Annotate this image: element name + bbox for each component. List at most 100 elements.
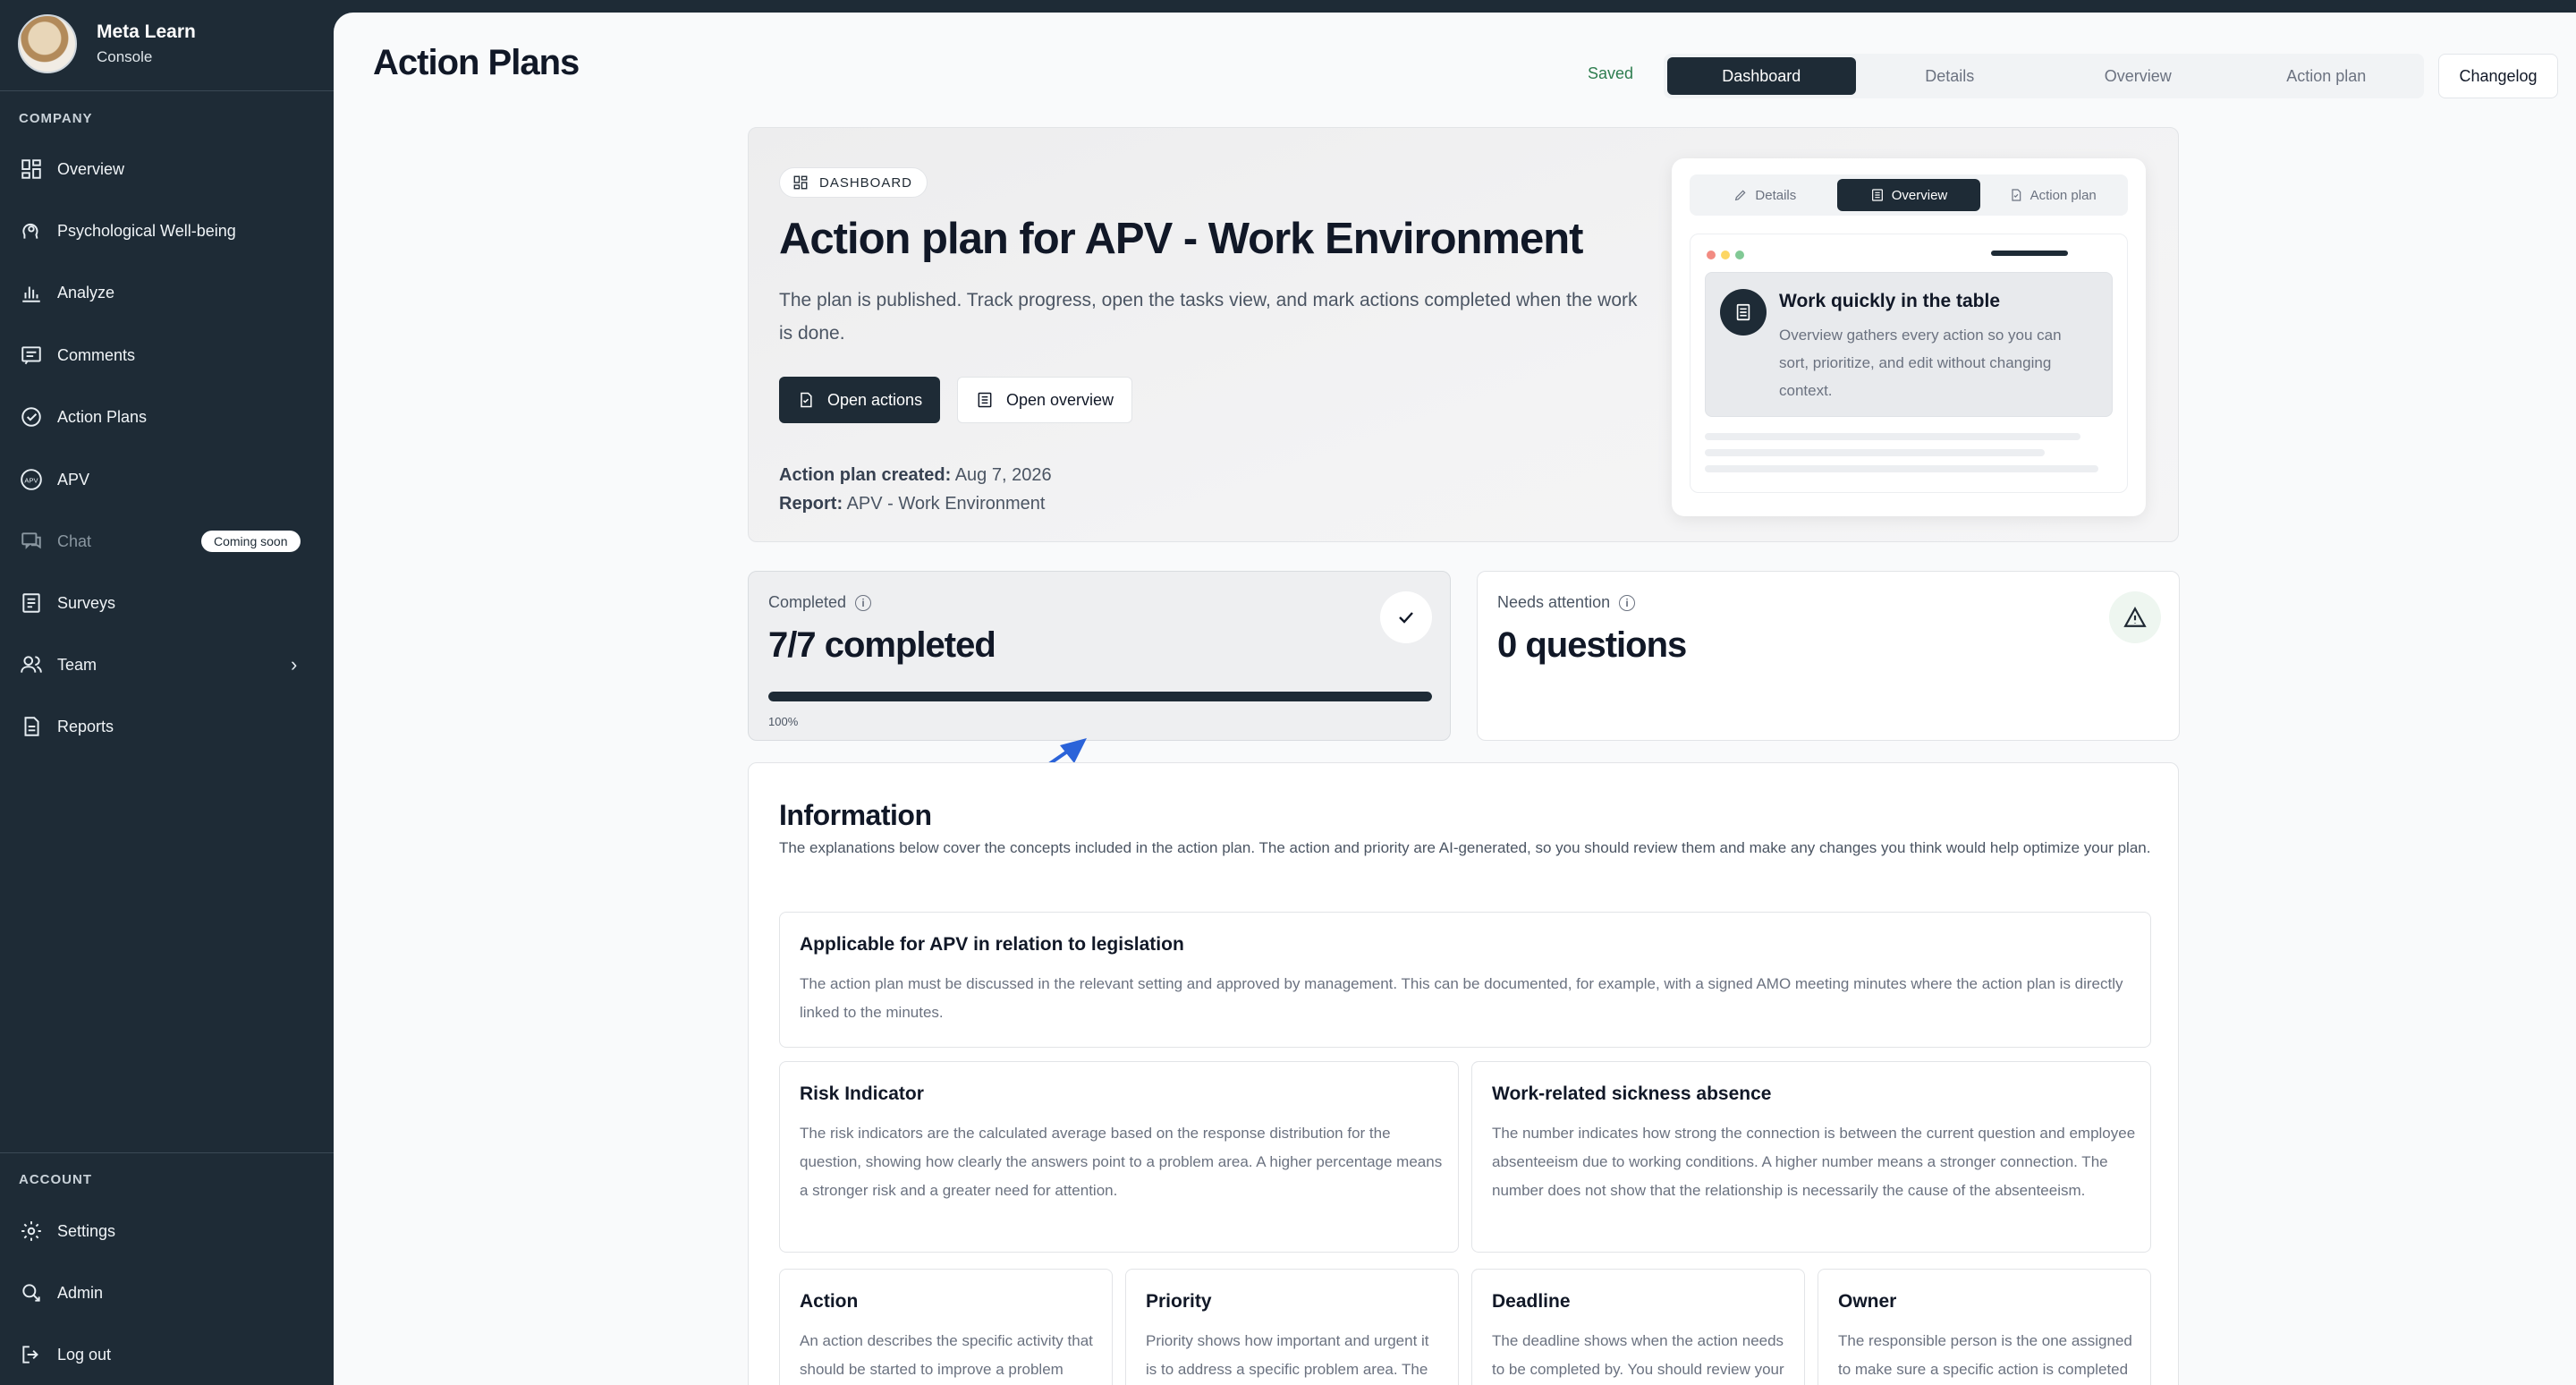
window-dot-green (1735, 251, 1744, 259)
sidebar-item-label: Team (57, 655, 97, 674)
brand-logo (18, 14, 77, 73)
warning-icon (2109, 591, 2161, 643)
clipboard-icon (20, 591, 43, 615)
window-dot-red (1707, 251, 1716, 259)
brand-subtitle: Console (97, 48, 153, 65)
info-card-sickness-absence: Work-related sickness absence The number… (1471, 1061, 2151, 1253)
info-card-title: Risk Indicator (800, 1083, 924, 1104)
grid-icon (793, 175, 808, 190)
open-actions-button[interactable]: Open actions (779, 377, 941, 423)
report-label: Report: (779, 494, 843, 514)
progress-label: 100% (768, 715, 799, 728)
info-card-priority: Priority Priority shows how important an… (1125, 1269, 1459, 1385)
tab-action-plan[interactable]: Action plan (2233, 57, 2421, 95)
info-icon[interactable]: i (855, 594, 872, 611)
info-card-text: The action plan must be discussed in the… (800, 975, 2123, 1021)
sidebar-item-chat[interactable]: Chat Coming soon (0, 516, 334, 566)
sidebar-item-label: Surveys (57, 593, 116, 612)
bar-chart-icon (20, 281, 43, 304)
sidebar-item-apv[interactable]: APV APV (0, 455, 334, 505)
document-icon (801, 392, 812, 408)
check-circle-icon (20, 405, 43, 429)
table-icon (1720, 289, 1767, 336)
preview-tab-label: Details (1755, 187, 1797, 203)
sidebar-item-reports[interactable]: Reports (0, 701, 334, 752)
sidebar-item-log-out[interactable]: Log out (0, 1330, 334, 1380)
document-icon (2011, 189, 2021, 201)
team-icon (20, 653, 43, 676)
tab-details[interactable]: Details (1856, 57, 2045, 95)
sidebar-item-label: Chat (57, 531, 92, 550)
preview-text: Overview gathers every action so you can… (1779, 327, 2062, 399)
sidebar-item-comments[interactable]: Comments (0, 330, 334, 380)
preview-tab-label: Action plan (2029, 187, 2097, 203)
sidebar-item-team[interactable]: Team › (0, 640, 334, 690)
preview-tab-details: Details (1693, 179, 1837, 211)
tab-overview[interactable]: Overview (2044, 57, 2233, 95)
overview-preview: Details Overview Action plan Work quickl… (1672, 158, 2146, 516)
attention-value: 0 questions (1497, 625, 1687, 665)
info-card-title: Applicable for APV in relation to legisl… (800, 934, 1184, 955)
open-actions-label: Open actions (827, 390, 923, 409)
sidebar: Meta Learn Console COMPANY Overview Psyc… (0, 0, 334, 1385)
sidebar-item-overview[interactable]: Overview (0, 144, 334, 194)
admin-icon (20, 1281, 43, 1304)
completed-label-text: Completed (768, 593, 847, 611)
info-card-text: The number indicates how strong the conn… (1492, 1125, 2136, 1199)
sidebar-item-analyze[interactable]: Analyze (0, 268, 334, 318)
report-icon (20, 715, 43, 738)
created-label: Action plan created: (779, 465, 952, 485)
chevron-right-icon[interactable]: › (291, 653, 297, 676)
view-tabs: Dashboard Details Overview Action plan (1664, 54, 2424, 98)
brand-title: Meta Learn (97, 21, 196, 42)
info-card-title: Work-related sickness absence (1492, 1083, 1772, 1104)
sidebar-item-settings[interactable]: Settings (0, 1206, 334, 1256)
head-icon (20, 219, 43, 242)
skeleton-line (1705, 465, 2098, 472)
sidebar-item-admin[interactable]: Admin (0, 1268, 334, 1318)
info-card-title: Action (800, 1291, 859, 1312)
preview-window: Work quickly in the table Overview gathe… (1690, 234, 2128, 493)
sidebar-item-label: Psychological Well-being (57, 221, 236, 240)
page-title: Action Plans (373, 43, 580, 82)
brand[interactable]: Meta Learn Console (18, 13, 196, 75)
sidebar-item-action-plans[interactable]: Action Plans (0, 392, 334, 442)
sidebar-item-label: Comments (57, 345, 136, 364)
progress-fill (768, 692, 1432, 701)
information-section: Information The explanations below cover… (748, 762, 2179, 1385)
check-icon (1380, 591, 1432, 643)
sidebar-divider (0, 1152, 334, 1153)
info-card-owner: Owner The responsible person is the one … (1818, 1269, 2151, 1385)
completed-card: Completed i 7/7 completed 100% (748, 571, 1451, 741)
info-card-text: The deadline shows when the action needs… (1492, 1332, 1784, 1378)
main-content: Action Plans Saved Dashboard Details Ove… (334, 13, 2576, 1385)
hero-card: DASHBOARD Action plan for APV - Work Env… (748, 127, 2179, 542)
comment-icon (20, 344, 43, 367)
completed-value: 7/7 completed (768, 625, 996, 665)
preview-tab-action-plan: Action plan (1980, 179, 2124, 211)
pill-label: DASHBOARD (819, 174, 913, 191)
skeleton-line (1705, 433, 2080, 440)
open-overview-button[interactable]: Open overview (957, 377, 1133, 423)
tab-dashboard[interactable]: Dashboard (1667, 57, 1856, 95)
list-icon (978, 392, 992, 408)
sidebar-item-surveys[interactable]: Surveys (0, 578, 334, 628)
info-card-legislation: Applicable for APV in relation to legisl… (779, 912, 2151, 1048)
info-card-text: An action describes the specific activit… (800, 1332, 1093, 1378)
list-icon (1871, 189, 1883, 201)
report-value: APV - Work Environment (846, 494, 1046, 514)
dashboard-pill: DASHBOARD (779, 167, 928, 198)
information-title: Information (779, 799, 932, 831)
grid-icon (20, 157, 43, 181)
sidebar-item-psychological-well-being[interactable]: Psychological Well-being (0, 206, 334, 256)
preview-tab-overview: Overview (1836, 179, 1981, 211)
preview-tabs: Details Overview Action plan (1690, 174, 2128, 216)
sidebar-item-label: Reports (57, 717, 114, 735)
changelog-button[interactable]: Changelog (2438, 54, 2558, 98)
sidebar-item-label: Analyze (57, 283, 115, 302)
preview-tab-label: Overview (1891, 187, 1948, 203)
info-icon[interactable]: i (1619, 594, 1636, 611)
progress-bar (768, 692, 1432, 701)
company-section-label: COMPANY (19, 111, 93, 126)
preview-bar (1991, 251, 2068, 256)
